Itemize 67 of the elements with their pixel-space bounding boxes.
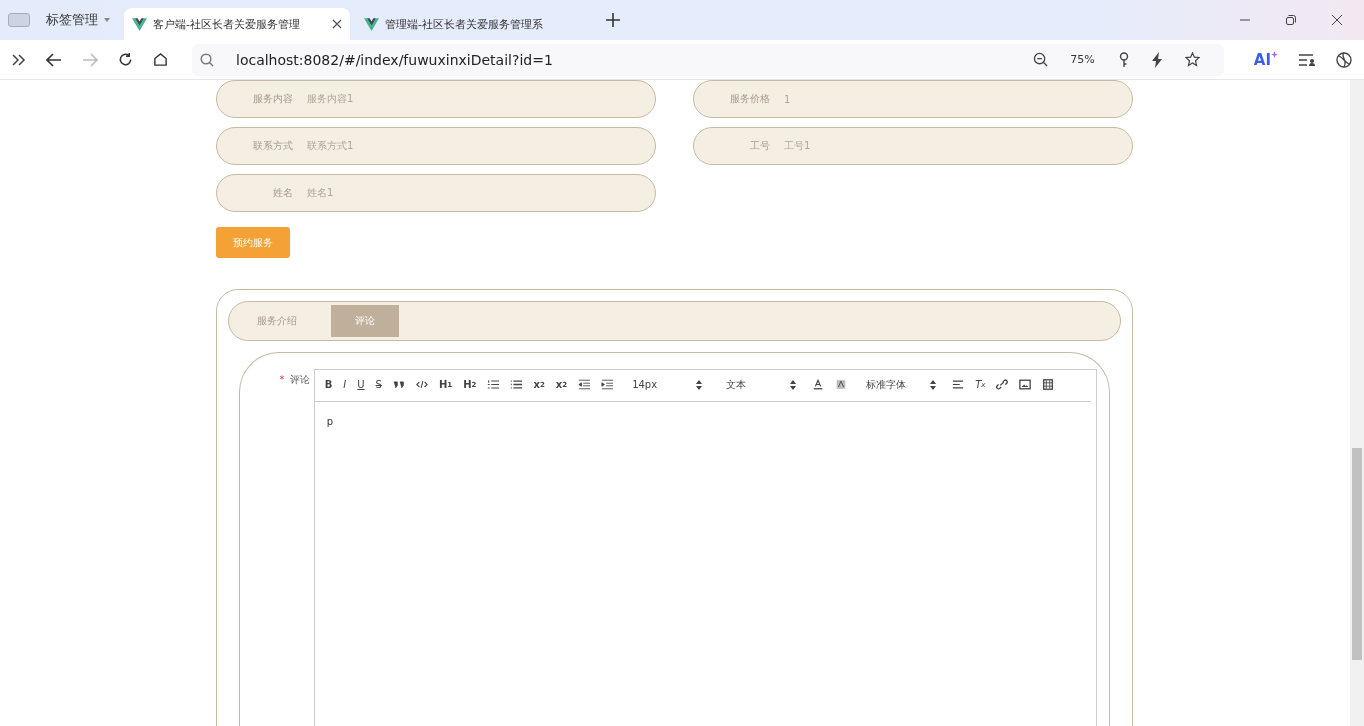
bullet-icon — [510, 379, 523, 390]
field-label: 联系方式 — [252, 139, 293, 153]
background-icon — [835, 379, 848, 390]
format-select[interactable]: 文本 — [726, 376, 797, 393]
reload-icon[interactable] — [118, 52, 133, 67]
caret-icon — [104, 18, 110, 22]
field-label: 姓名 — [272, 186, 293, 200]
scrollbar[interactable] — [1350, 80, 1364, 726]
new-tab-icon[interactable] — [606, 13, 620, 27]
format-button[interactable]: S — [373, 376, 384, 393]
chevrons-icon[interactable] — [12, 53, 26, 66]
swirl-icon[interactable] — [1336, 51, 1352, 68]
key-icon[interactable] — [1118, 51, 1129, 68]
tab-title: 客户端-社区长者关爱服务管理 — [153, 16, 301, 32]
field-value: 联系方式1 — [307, 139, 354, 153]
address-bar[interactable]: localhost:8082/#/index/fuwuxinxiDetail?id=1 75% — [192, 43, 1224, 76]
editor-text: p — [326, 416, 334, 427]
field-label: 服务内容 — [252, 92, 293, 106]
zoom-out-icon[interactable] — [1033, 52, 1049, 67]
v-logo-icon — [364, 17, 379, 31]
indent-icon — [601, 379, 614, 390]
link-button[interactable] — [994, 376, 1011, 393]
quote-icon — [392, 379, 405, 390]
format-select[interactable]: 标准字体 — [866, 376, 937, 393]
format-button[interactable]: U — [355, 376, 367, 393]
field-value: 工号1 — [784, 139, 811, 153]
video-icon — [1042, 379, 1055, 390]
align-icon — [952, 379, 965, 390]
field-value: 1 — [784, 93, 791, 105]
caret-icon — [790, 379, 797, 390]
close-icon[interactable] — [332, 19, 342, 29]
outdent-icon — [578, 379, 591, 390]
comment-label: 评论 — [289, 374, 310, 385]
field-value: 姓名1 — [307, 186, 334, 200]
format-button[interactable]: I — [341, 376, 349, 393]
code-icon — [415, 379, 428, 390]
scroll-thumb[interactable] — [1352, 448, 1362, 660]
image-icon — [1019, 379, 1032, 390]
star-icon[interactable] — [1184, 52, 1200, 67]
search-icon — [200, 52, 214, 67]
reading-list-icon[interactable] — [1298, 52, 1316, 67]
ai-button[interactable]: AI — [1253, 50, 1278, 69]
browser-tab[interactable]: 管理端-社区长者关爱服务管理系 — [356, 8, 582, 40]
field-label: 服务价格 — [729, 92, 770, 106]
link-icon — [996, 379, 1009, 390]
color-icon — [812, 379, 825, 390]
field-value: 服务内容1 — [307, 92, 354, 106]
caret-icon — [930, 379, 937, 390]
required-mark: * — [279, 374, 285, 385]
format-select[interactable]: 14px — [632, 376, 703, 393]
editor-body[interactable]: p — [314, 402, 1096, 726]
lightning-icon[interactable] — [1150, 51, 1163, 68]
tab-group[interactable]: 标签管理 — [46, 11, 98, 29]
sparkle-icon — [1271, 50, 1278, 58]
field-label: 工号 — [749, 139, 770, 153]
caret-icon — [696, 379, 703, 390]
format-button[interactable]: B — [322, 376, 335, 393]
close-icon[interactable] — [1332, 15, 1342, 25]
zoom-level[interactable]: 75% — [1070, 53, 1095, 66]
ordered-icon — [487, 379, 500, 390]
restore-icon[interactable] — [1286, 15, 1296, 25]
v-logo-icon — [132, 17, 147, 31]
tab-title: 管理端-社区长者关爱服务管理系 — [385, 16, 544, 32]
browser-tab[interactable]: 客户端-社区长者关爱服务管理 — [124, 8, 350, 40]
back-icon[interactable] — [46, 52, 62, 67]
home-icon[interactable] — [153, 52, 168, 67]
url-text: localhost:8082/#/index/fuwuxinxiDetail?id=1 — [236, 51, 553, 68]
